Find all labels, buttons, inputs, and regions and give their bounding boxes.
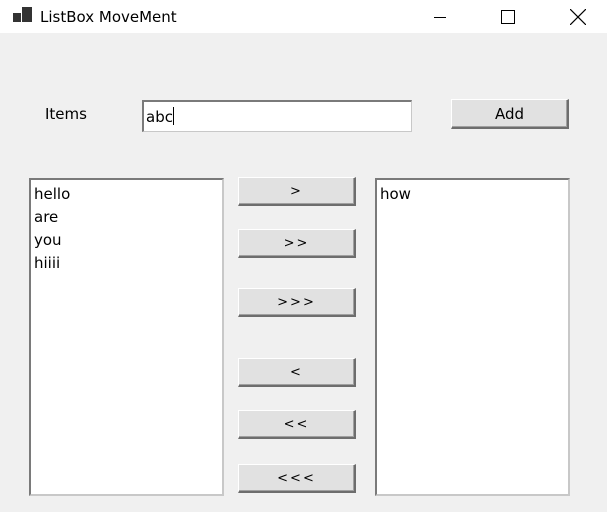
list-item[interactable]: hello — [34, 183, 219, 206]
items-input-value: abc — [146, 108, 173, 126]
close-button[interactable] — [555, 0, 601, 33]
list-item[interactable]: you — [34, 229, 219, 252]
items-input[interactable]: abc — [142, 100, 412, 132]
add-button[interactable]: Add — [451, 99, 569, 129]
list-item[interactable]: hiiii — [34, 252, 219, 275]
move-all-right-button[interactable]: >> — [238, 229, 356, 258]
minimize-button[interactable] — [417, 0, 463, 33]
left-listbox[interactable]: hello are you hiiii — [29, 178, 224, 496]
title-bar[interactable]: ListBox MoveMent — [0, 0, 607, 33]
app-icon — [13, 7, 32, 22]
close-icon — [570, 8, 586, 25]
window-title: ListBox MoveMent — [40, 8, 177, 26]
maximize-icon — [501, 9, 515, 24]
minimize-icon — [434, 16, 446, 18]
move-selected-right-button[interactable]: > — [238, 177, 356, 206]
move-all-left-alt-button[interactable]: <<< — [238, 464, 356, 493]
list-item[interactable]: how — [380, 183, 565, 206]
app-window: ListBox MoveMent Items abc Add hello are… — [0, 0, 607, 512]
items-label: Items — [45, 105, 87, 123]
move-selected-left-button[interactable]: < — [238, 358, 356, 387]
text-caret — [172, 107, 174, 125]
right-listbox[interactable]: how — [375, 178, 570, 496]
list-item[interactable]: are — [34, 206, 219, 229]
maximize-button[interactable] — [485, 0, 531, 33]
move-all-right-alt-button[interactable]: >>> — [238, 288, 356, 317]
move-all-left-button[interactable]: << — [238, 410, 356, 439]
